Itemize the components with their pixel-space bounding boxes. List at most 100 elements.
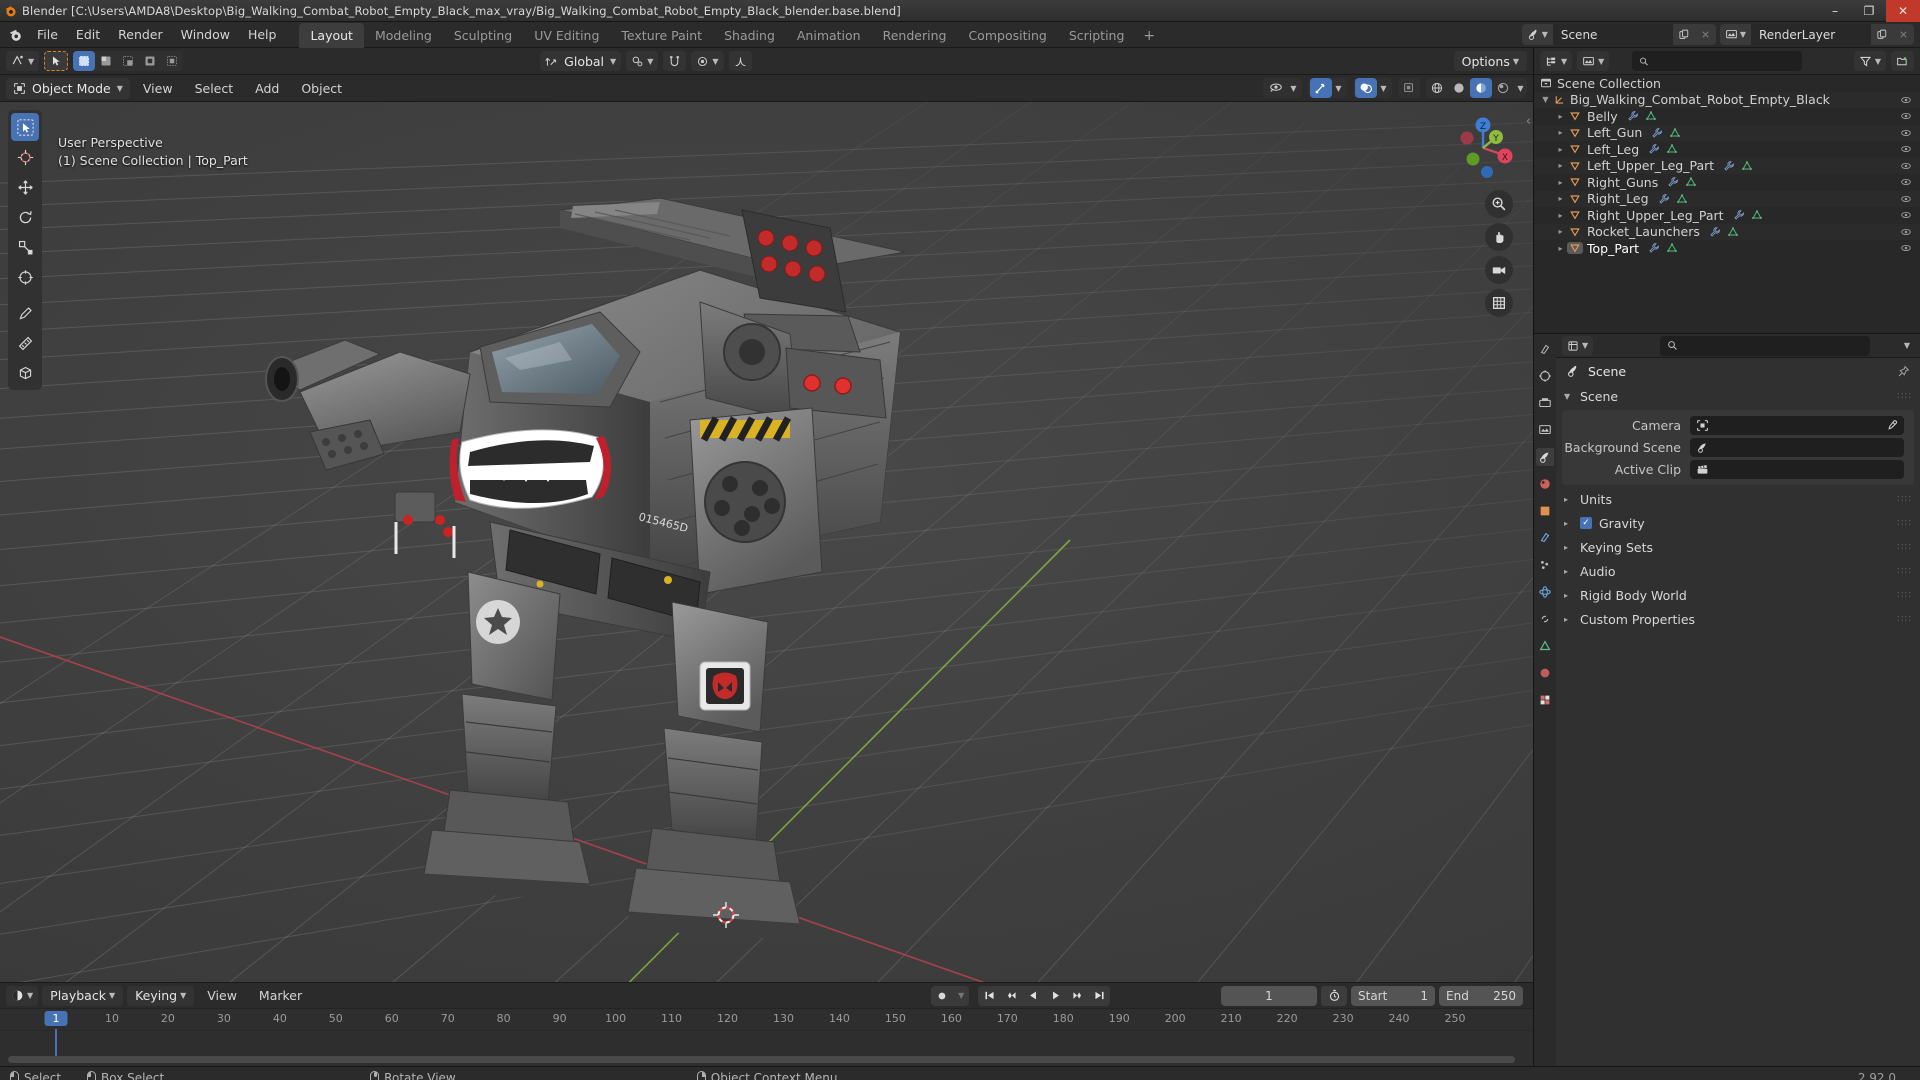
transform-tool[interactable]: [11, 263, 39, 291]
viewport-menu-select[interactable]: Select: [186, 78, 243, 99]
outliner-root-object-row[interactable]: ▼ Big_Walking_Combat_Robot_Empty_Black: [1534, 92, 1920, 109]
outliner-search-input[interactable]: [1632, 51, 1802, 71]
hide-in-viewport-icon[interactable]: [1900, 110, 1912, 122]
add-workspace-button[interactable]: +: [1135, 24, 1163, 48]
outliner-editor-type-selector[interactable]: ▼: [1540, 51, 1572, 71]
object-mode-selector[interactable]: Object Mode ▼: [6, 78, 130, 99]
outliner-item-rocket_launchers[interactable]: ▸Rocket_Launchers: [1534, 224, 1920, 241]
menu-file[interactable]: File: [28, 24, 67, 45]
render-properties-tab[interactable]: [1536, 367, 1554, 385]
panel-header-gravity[interactable]: ▸✓Gravity∷∷: [1556, 511, 1920, 535]
hide-in-viewport-icon[interactable]: [1900, 94, 1912, 106]
mesh-data-icon[interactable]: [1676, 193, 1688, 205]
mesh-data-icon[interactable]: [1645, 110, 1657, 122]
hide-in-viewport-icon[interactable]: [1900, 176, 1912, 188]
show-gizmo-icon[interactable]: [1310, 78, 1332, 98]
window-maximize-button[interactable]: ❐: [1852, 0, 1886, 22]
workspace-tab-scripting[interactable]: Scripting: [1058, 23, 1136, 48]
workspace-tab-shading[interactable]: Shading: [713, 23, 786, 48]
data-properties-tab[interactable]: [1536, 637, 1554, 655]
modifier-icon[interactable]: [1648, 242, 1660, 254]
move-tool[interactable]: [11, 173, 39, 201]
gizmo-toggle-group[interactable]: ▼: [1308, 78, 1347, 98]
hide-in-viewport-icon[interactable]: [1900, 160, 1912, 172]
view-axis-gizmo[interactable]: Z X Y: [1447, 112, 1519, 184]
workspace-tab-rendering[interactable]: Rendering: [872, 23, 958, 48]
scale-tool[interactable]: [11, 233, 39, 261]
editor-type-selector[interactable]: ▼: [6, 51, 39, 71]
camera-view-icon[interactable]: [1485, 256, 1513, 284]
modifier-icon[interactable]: [1658, 193, 1670, 205]
wireframe-shading-icon[interactable]: [1426, 78, 1448, 98]
xray-icon[interactable]: [1398, 78, 1420, 98]
disclosure-triangle-icon[interactable]: ▸: [1554, 211, 1567, 220]
outliner-item-belly[interactable]: ▸Belly: [1534, 108, 1920, 125]
disclosure-triangle-icon[interactable]: ▸: [1554, 128, 1567, 137]
outliner-search-field[interactable]: [1655, 54, 1795, 68]
select-set-icon[interactable]: [73, 51, 95, 71]
outliner-item-left_upper_leg_part[interactable]: ▸Left_Upper_Leg_Part: [1534, 158, 1920, 175]
active-tool-indicator[interactable]: [44, 51, 68, 71]
hide-in-viewport-icon[interactable]: [1900, 127, 1912, 139]
outliner-item-right_leg[interactable]: ▸Right_Leg: [1534, 191, 1920, 208]
new-viewlayer-button[interactable]: [1871, 24, 1893, 45]
viewport-menu-view[interactable]: View: [134, 78, 182, 99]
tweak-select-tool[interactable]: [11, 113, 39, 141]
timeline-body[interactable]: 1102030405060708090100110120130140150160…: [0, 1008, 1533, 1066]
chevron-down-icon[interactable]: ▼: [1287, 78, 1300, 98]
pan-view-icon[interactable]: [1485, 223, 1513, 251]
disclosure-triangle-icon[interactable]: ▸: [1554, 194, 1567, 203]
jump-to-prev-keyframe-button[interactable]: [1000, 986, 1022, 1006]
pin-id-icon[interactable]: [1897, 365, 1910, 378]
workspace-tab-compositing[interactable]: Compositing: [957, 23, 1057, 48]
select-extend-icon[interactable]: [95, 51, 117, 71]
disclosure-triangle-icon[interactable]: ▸: [1554, 227, 1567, 236]
play-reverse-button[interactable]: [1022, 986, 1044, 1006]
rendered-shading-icon[interactable]: [1492, 78, 1514, 98]
object-visibility-icon[interactable]: [1265, 78, 1287, 98]
modifier-icon[interactable]: [1648, 143, 1660, 155]
hide-in-viewport-icon[interactable]: [1900, 226, 1912, 238]
timeline-horizontal-scrollbar[interactable]: [8, 1056, 1515, 1063]
gravity-checkbox[interactable]: ✓: [1580, 517, 1592, 529]
auto-keying-toggle[interactable]: [931, 986, 953, 1006]
mesh-data-icon[interactable]: [1727, 226, 1739, 238]
panel-header-rigid-body-world[interactable]: ▸Rigid Body World∷∷: [1556, 583, 1920, 607]
physics-properties-tab[interactable]: [1536, 583, 1554, 601]
background-scene-field[interactable]: [1690, 438, 1904, 457]
mesh-data-icon[interactable]: [1666, 143, 1678, 155]
proportional-edit-toggle[interactable]: ▼: [691, 51, 723, 71]
particle-properties-tab[interactable]: [1536, 556, 1554, 574]
viewlayer-properties-tab[interactable]: [1536, 421, 1554, 439]
annotate-tool[interactable]: [11, 299, 39, 327]
outliner-filter-button[interactable]: ▼: [1854, 51, 1886, 71]
outliner-item-right_guns[interactable]: ▸Right_Guns: [1534, 174, 1920, 191]
scene-selector[interactable]: ▼ Scene: [1522, 24, 1716, 45]
window-close-button[interactable]: ✕: [1886, 0, 1920, 22]
mech-robot-model[interactable]: 015465D: [0, 102, 1533, 982]
chevron-down-icon[interactable]: ▼: [953, 986, 969, 1006]
world-properties-tab[interactable]: [1536, 475, 1554, 493]
toggle-orthographic-icon[interactable]: [1485, 289, 1513, 317]
window-minimize-button[interactable]: –: [1818, 0, 1852, 22]
chevron-down-icon[interactable]: ▼: [1377, 78, 1390, 98]
menu-help[interactable]: Help: [239, 24, 286, 45]
rotate-tool[interactable]: [11, 203, 39, 231]
frame-end-field[interactable]: End 250: [1439, 986, 1523, 1006]
mesh-data-icon[interactable]: [1751, 209, 1763, 221]
select-mode-group[interactable]: [73, 51, 183, 71]
panel-header-audio[interactable]: ▸Audio∷∷: [1556, 559, 1920, 583]
properties-options-chevron-icon[interactable]: ▼: [1904, 341, 1914, 350]
remove-viewlayer-button[interactable]: [1893, 24, 1914, 45]
jump-to-end-button[interactable]: [1088, 986, 1110, 1006]
outliner[interactable]: Scene Collection ▼ Big_Walking_Combat_Ro…: [1534, 75, 1920, 333]
panel-header-units[interactable]: ▸Units∷∷: [1556, 487, 1920, 511]
workspace-tab-modeling[interactable]: Modeling: [364, 23, 443, 48]
outliner-item-top_part[interactable]: ▸Top_Part: [1534, 240, 1920, 257]
new-collection-button[interactable]: [1891, 51, 1914, 71]
timeline-menu-playback[interactable]: Playback ▼: [42, 986, 123, 1006]
object-properties-tab[interactable]: [1536, 502, 1554, 520]
tool-properties-tab[interactable]: [1536, 340, 1554, 358]
timeline-menu-marker[interactable]: Marker: [250, 985, 311, 1006]
outliner-display-mode-selector[interactable]: ▼: [1577, 51, 1609, 71]
